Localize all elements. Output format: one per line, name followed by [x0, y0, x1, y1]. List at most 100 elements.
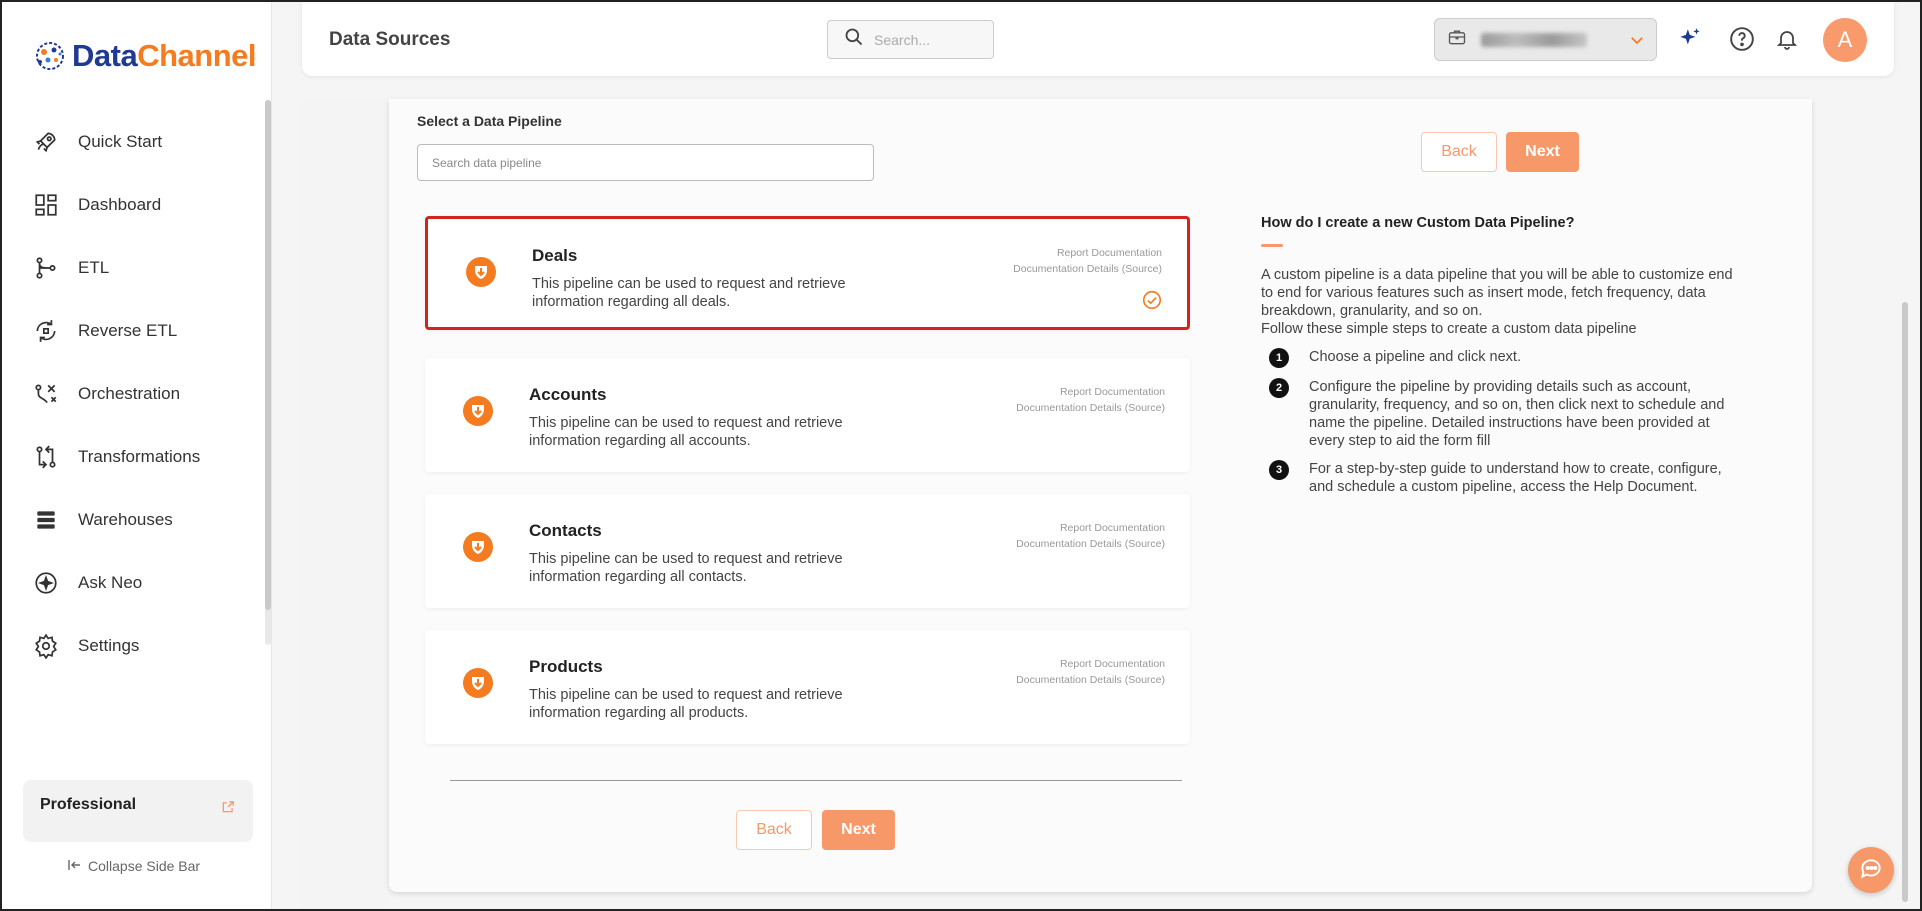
pipeline-title: Products — [529, 657, 603, 676]
chat-support-button[interactable] — [1848, 847, 1894, 893]
report-documentation-link[interactable]: Report Documentation — [1016, 384, 1165, 400]
sidebar-item-orchestration[interactable]: Orchestration — [2, 362, 262, 425]
sidebar-item-label: Warehouses — [78, 509, 173, 529]
sidebar-item-warehouses[interactable]: Warehouses — [2, 488, 262, 551]
sidebar-scrollbar-thumb[interactable] — [265, 100, 271, 610]
pipeline-card-accounts[interactable]: Accounts This pipeline can be used to re… — [425, 358, 1190, 472]
help-icon[interactable] — [1729, 26, 1755, 52]
etl-icon — [32, 254, 60, 282]
chat-bubble-icon — [1858, 855, 1884, 886]
pipeline-doc-links: Report Documentation Documentation Detai… — [1013, 245, 1162, 277]
step-number-badge: 1 — [1269, 348, 1289, 368]
pipeline-source-icon — [463, 396, 493, 426]
reverse-etl-icon — [32, 317, 60, 345]
logo-text: DataChannel — [72, 38, 256, 73]
documentation-details-link[interactable]: Documentation Details (Source) — [1013, 261, 1162, 277]
help-intro-text: A custom pipeline is a data pipeline tha… — [1261, 267, 1733, 319]
sidebar-item-label: ETL — [78, 257, 110, 277]
next-button-top[interactable]: Next — [1506, 132, 1579, 172]
select-pipeline-label: Select a Data Pipeline — [417, 113, 562, 129]
next-button-bottom[interactable]: Next — [822, 810, 895, 850]
external-link-icon[interactable] — [221, 800, 235, 819]
back-button-bottom[interactable]: Back — [736, 810, 812, 850]
sparkle-ai-icon[interactable] — [1677, 26, 1703, 52]
sidebar-item-quick-start[interactable]: Quick Start — [2, 110, 262, 173]
top-header: Data Sources A — [302, 2, 1894, 76]
sidebar-nav: Quick Start Dashboard ETL Reverse ETL Or… — [2, 110, 262, 677]
ask-neo-icon — [32, 569, 60, 597]
help-step: 2 Configure the pipeline by providing de… — [1269, 378, 1739, 450]
pipeline-source-icon — [463, 668, 493, 698]
step-text: Configure the pipeline by providing deta… — [1309, 379, 1725, 449]
pipeline-description: This pipeline can be used to request and… — [532, 276, 846, 310]
warehouse-icon — [32, 506, 60, 534]
page-scrollbar-thumb[interactable] — [1902, 302, 1908, 902]
collapse-sidebar-button[interactable]: Collapse Side Bar — [68, 858, 200, 874]
sidebar-item-label: Orchestration — [78, 383, 181, 403]
pipeline-title: Contacts — [529, 521, 602, 540]
selected-check-icon — [1141, 289, 1163, 316]
bell-icon[interactable] — [1774, 26, 1800, 52]
page-title: Data Sources — [329, 29, 451, 50]
sidebar-item-ask-neo[interactable]: Ask Neo — [2, 551, 262, 614]
sidebar-item-label: Dashboard — [78, 194, 162, 214]
pipeline-card-products[interactable]: Products This pipeline can be used to re… — [425, 630, 1190, 744]
pipeline-doc-links: Report Documentation Documentation Detai… — [1016, 520, 1165, 552]
dashboard-icon — [32, 191, 60, 219]
pipeline-card-deals[interactable]: Deals This pipeline can be used to reque… — [425, 216, 1190, 330]
pipeline-search-input[interactable] — [417, 144, 874, 181]
pipeline-doc-links: Report Documentation Documentation Detai… — [1016, 656, 1165, 688]
workspace-name-redacted — [1481, 32, 1587, 47]
collapse-label: Collapse Side Bar — [88, 858, 201, 874]
back-button-top[interactable]: Back — [1421, 132, 1497, 172]
chevron-down-icon — [1628, 31, 1646, 54]
sidebar-item-settings[interactable]: Settings — [2, 614, 262, 677]
sidebar-item-dashboard[interactable]: Dashboard — [2, 173, 262, 236]
sidebar-item-etl[interactable]: ETL — [2, 236, 262, 299]
step-number-badge: 3 — [1269, 460, 1289, 480]
help-intro-text-2: Follow these simple steps to create a cu… — [1261, 321, 1637, 337]
workspace-selector[interactable] — [1434, 18, 1657, 61]
documentation-details-link[interactable]: Documentation Details (Source) — [1016, 536, 1165, 552]
step-text: Choose a pipeline and click next. — [1309, 349, 1521, 365]
pipeline-card-contacts[interactable]: Contacts This pipeline can be used to re… — [425, 494, 1190, 608]
help-steps: 1 Choose a pipeline and click next. 2 Co… — [1269, 348, 1739, 506]
step-number-badge: 2 — [1269, 378, 1289, 398]
sidebar-item-label: Ask Neo — [78, 572, 143, 592]
rocket-icon — [32, 128, 60, 156]
pipeline-source-icon — [466, 257, 496, 287]
search-icon — [844, 27, 864, 52]
sidebar-item-label: Quick Start — [78, 131, 163, 151]
help-step: 1 Choose a pipeline and click next. — [1269, 348, 1739, 368]
divider — [450, 780, 1182, 781]
report-documentation-link[interactable]: Report Documentation — [1016, 520, 1165, 536]
sidebar-item-reverse-etl[interactable]: Reverse ETL — [2, 299, 262, 362]
content-background — [302, 99, 389, 909]
report-documentation-link[interactable]: Report Documentation — [1016, 656, 1165, 672]
search-input[interactable] — [874, 31, 984, 48]
orchestration-icon — [32, 380, 60, 408]
avatar[interactable]: A — [1823, 18, 1867, 62]
pipeline-description: This pipeline can be used to request and… — [529, 687, 843, 721]
pipeline-title: Accounts — [529, 385, 607, 404]
pipeline-source-icon — [463, 532, 493, 562]
sidebar-item-label: Settings — [78, 635, 140, 655]
plan-card[interactable]: Professional — [23, 780, 253, 842]
briefcase-icon — [1447, 27, 1467, 52]
help-title: How do I create a new Custom Data Pipeli… — [1261, 215, 1575, 231]
global-search[interactable] — [827, 20, 994, 59]
sidebar: DataChannel Quick Start Dashboard ETL Re… — [2, 2, 272, 909]
sidebar-item-transformations[interactable]: Transformations — [2, 425, 262, 488]
pipeline-doc-links: Report Documentation Documentation Detai… — [1016, 384, 1165, 416]
logo[interactable]: DataChannel — [32, 38, 256, 74]
transformations-icon — [32, 443, 60, 471]
documentation-details-link[interactable]: Documentation Details (Source) — [1016, 400, 1165, 416]
sidebar-item-label: Reverse ETL — [78, 320, 178, 340]
report-documentation-link[interactable]: Report Documentation — [1013, 245, 1162, 261]
help-title-underline — [1261, 244, 1283, 247]
pipeline-description: This pipeline can be used to request and… — [529, 415, 843, 449]
main-panel: Select a Data Pipeline Back Next Deals T… — [389, 99, 1812, 892]
documentation-details-link[interactable]: Documentation Details (Source) — [1016, 672, 1165, 688]
gear-icon — [32, 632, 60, 660]
collapse-arrow-icon — [68, 858, 82, 874]
